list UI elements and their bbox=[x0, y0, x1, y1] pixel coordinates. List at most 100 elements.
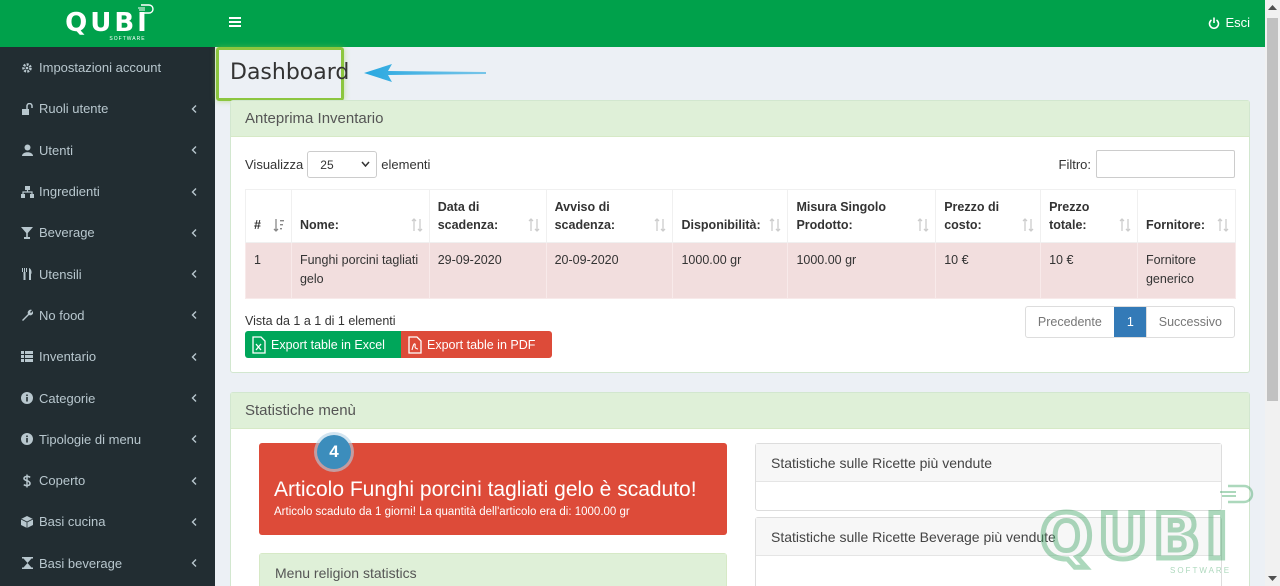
column-header[interactable]: Nome: bbox=[290, 189, 430, 243]
excel-file-icon bbox=[252, 335, 266, 354]
export-pdf-button[interactable]: Export table in PDF bbox=[401, 331, 552, 358]
sort-icon bbox=[917, 218, 929, 232]
top-recipes-title: Statistiche sulle Ricette più vendute bbox=[756, 444, 1221, 482]
sidebar-item-inventario[interactable]: Inventario bbox=[0, 336, 215, 377]
column-header-label: # bbox=[254, 218, 261, 232]
sidebar-item-label: Ingredienti bbox=[39, 184, 100, 200]
watermark-subtitle: SOFTWARE bbox=[1170, 566, 1232, 575]
logout-button[interactable]: Esci bbox=[1208, 15, 1250, 30]
sidebar-item-categorie[interactable]: Categorie bbox=[0, 377, 215, 418]
column-header-label: Misura Singolo Prodotto: bbox=[796, 200, 887, 232]
alert-title: Articolo Funghi porcini tagliati gelo è … bbox=[274, 478, 697, 501]
sidebar-item-coperto[interactable]: Coperto bbox=[0, 460, 215, 501]
table-header-row: # Nome: Data di scadenza: Avviso di scadenz… bbox=[245, 189, 1237, 243]
unlock-icon bbox=[20, 102, 34, 116]
sidebar-item-ruoli-utente[interactable]: Ruoli utente bbox=[0, 88, 215, 129]
chevron-left-icon bbox=[191, 225, 197, 240]
export-excel-button[interactable]: Export table in Excel bbox=[245, 331, 401, 358]
chevron-down-icon bbox=[361, 161, 370, 167]
sort-icon bbox=[654, 218, 666, 232]
sort-icon bbox=[273, 218, 285, 232]
pagination-page-1[interactable]: 1 bbox=[1113, 307, 1146, 337]
sidebar-item-label: Tipologie di menu bbox=[39, 431, 142, 447]
glass-icon bbox=[20, 226, 34, 240]
show-label: Visualizza bbox=[245, 157, 304, 172]
info-icon bbox=[20, 391, 34, 405]
page-length-select[interactable]: 25 bbox=[307, 151, 378, 178]
sidebar-item-label: Beverage bbox=[39, 225, 95, 241]
table-cell: Funghi porcini tagliati gelo bbox=[290, 242, 430, 299]
sidebar-item-label: Basi cucina bbox=[39, 514, 106, 530]
column-header-label: Avviso di scadenza: bbox=[554, 200, 616, 232]
sidebar-item-label: Coperto bbox=[39, 473, 86, 489]
table-cell: 10 € bbox=[935, 242, 1042, 299]
chevron-left-icon bbox=[191, 349, 197, 364]
wrench-icon bbox=[20, 308, 34, 322]
column-header[interactable]: # bbox=[245, 189, 292, 243]
sidebar-item-basi-beverage[interactable]: Basi beverage bbox=[0, 543, 215, 584]
inventory-table: # Nome: Data di scadenza: Avviso di scadenz… bbox=[245, 189, 1237, 299]
step-badge: 4 bbox=[317, 435, 351, 469]
chevron-left-icon bbox=[191, 308, 197, 323]
info-icon bbox=[20, 432, 34, 446]
page-length-control: Visualizza 25 elementi bbox=[245, 151, 430, 178]
filter-input[interactable] bbox=[1096, 150, 1235, 178]
chevron-left-icon bbox=[191, 143, 197, 158]
hamburger-menu-icon[interactable] bbox=[229, 16, 241, 28]
sidebar-item-label: Utensili bbox=[39, 266, 82, 282]
column-header[interactable]: Prezzo totale: bbox=[1040, 189, 1138, 243]
sort-icon bbox=[1217, 218, 1229, 232]
sidebar-item-tipologie-di-menu[interactable]: Tipologie di menu bbox=[0, 419, 215, 460]
column-header[interactable]: Data di scadenza: bbox=[428, 189, 547, 243]
sidebar-item-label: Ruoli utente bbox=[39, 101, 109, 117]
column-header-label: Prezzo di costo: bbox=[944, 200, 1000, 232]
table-cell: 10 € bbox=[1040, 242, 1138, 299]
column-header-label: Disponibilità: bbox=[681, 218, 761, 232]
logo[interactable]: QUBI SOFTWARE bbox=[0, 0, 215, 47]
pagination-previous[interactable]: Precedente bbox=[1026, 307, 1114, 337]
chevron-left-icon bbox=[191, 432, 197, 447]
sidebar-item-basi-cucina[interactable]: Basi cucina bbox=[0, 501, 215, 542]
list-icon bbox=[20, 350, 34, 364]
column-header[interactable]: Disponibilità: bbox=[672, 189, 789, 243]
column-header[interactable]: Avviso di scadenza: bbox=[545, 189, 674, 243]
pdf-file-icon bbox=[408, 335, 422, 354]
logo-mark-icon bbox=[138, 4, 154, 14]
scroll-thumb[interactable] bbox=[1267, 18, 1278, 401]
sort-icon bbox=[528, 218, 540, 232]
sidebar-item-utensili[interactable]: Utensili bbox=[0, 253, 215, 294]
pagination-next[interactable]: Successivo bbox=[1145, 307, 1234, 337]
filter-label: Filtro: bbox=[1058, 156, 1092, 172]
sidebar-item-beverage[interactable]: Beverage bbox=[0, 212, 215, 253]
dollar-icon bbox=[20, 474, 34, 488]
pagination: Precedente 1 Successivo bbox=[1024, 306, 1235, 338]
table-row[interactable]: 1 Funghi porcini tagliati gelo 29-09-2020 2… bbox=[245, 242, 1237, 299]
column-header[interactable]: Prezzo di costo: bbox=[935, 189, 1042, 243]
alert-subtitle: Articolo scaduto da 1 giorni! La quantit… bbox=[274, 506, 630, 518]
stats-box-title: Statistiche menù bbox=[231, 393, 1249, 429]
sort-icon bbox=[411, 218, 423, 232]
table-cell: 1 bbox=[245, 242, 292, 299]
sidebar-item-impostazioni-account[interactable]: Impostazioni account bbox=[0, 47, 215, 88]
sort-icon bbox=[1119, 218, 1131, 232]
table-info: Vista da 1 a 1 di 1 elementi bbox=[245, 314, 396, 328]
qubi-watermark: QUBI SOFTWARE bbox=[1037, 484, 1275, 579]
sort-icon bbox=[769, 218, 781, 232]
religion-stats-panel: Menu religion statistics bbox=[259, 553, 727, 586]
chevron-left-icon bbox=[191, 473, 197, 488]
inventory-box-title: Anteprima Inventario bbox=[231, 101, 1249, 137]
chevron-left-icon bbox=[191, 184, 197, 199]
sidebar-item-utenti[interactable]: Utenti bbox=[0, 130, 215, 171]
religion-stats-title: Menu religion statistics bbox=[260, 554, 726, 586]
page-length-value: 25 bbox=[320, 157, 334, 172]
sidebar-item-ingredienti[interactable]: Ingredienti bbox=[0, 171, 215, 212]
table-cell: 1000.00 gr bbox=[672, 242, 789, 299]
column-header[interactable]: Fornitore: bbox=[1136, 189, 1237, 243]
column-header-label: Prezzo totale: bbox=[1049, 200, 1090, 232]
column-header[interactable]: Misura Singolo Prodotto: bbox=[787, 189, 937, 243]
sidebar-item-label: Basi beverage bbox=[39, 555, 123, 571]
scroll-up-icon[interactable] bbox=[1268, 4, 1277, 12]
sidebar-item-no-food[interactable]: No food bbox=[0, 295, 215, 336]
export-pdf-label: Export table in PDF bbox=[427, 337, 536, 352]
sidebar-item-label: Utenti bbox=[39, 142, 73, 158]
